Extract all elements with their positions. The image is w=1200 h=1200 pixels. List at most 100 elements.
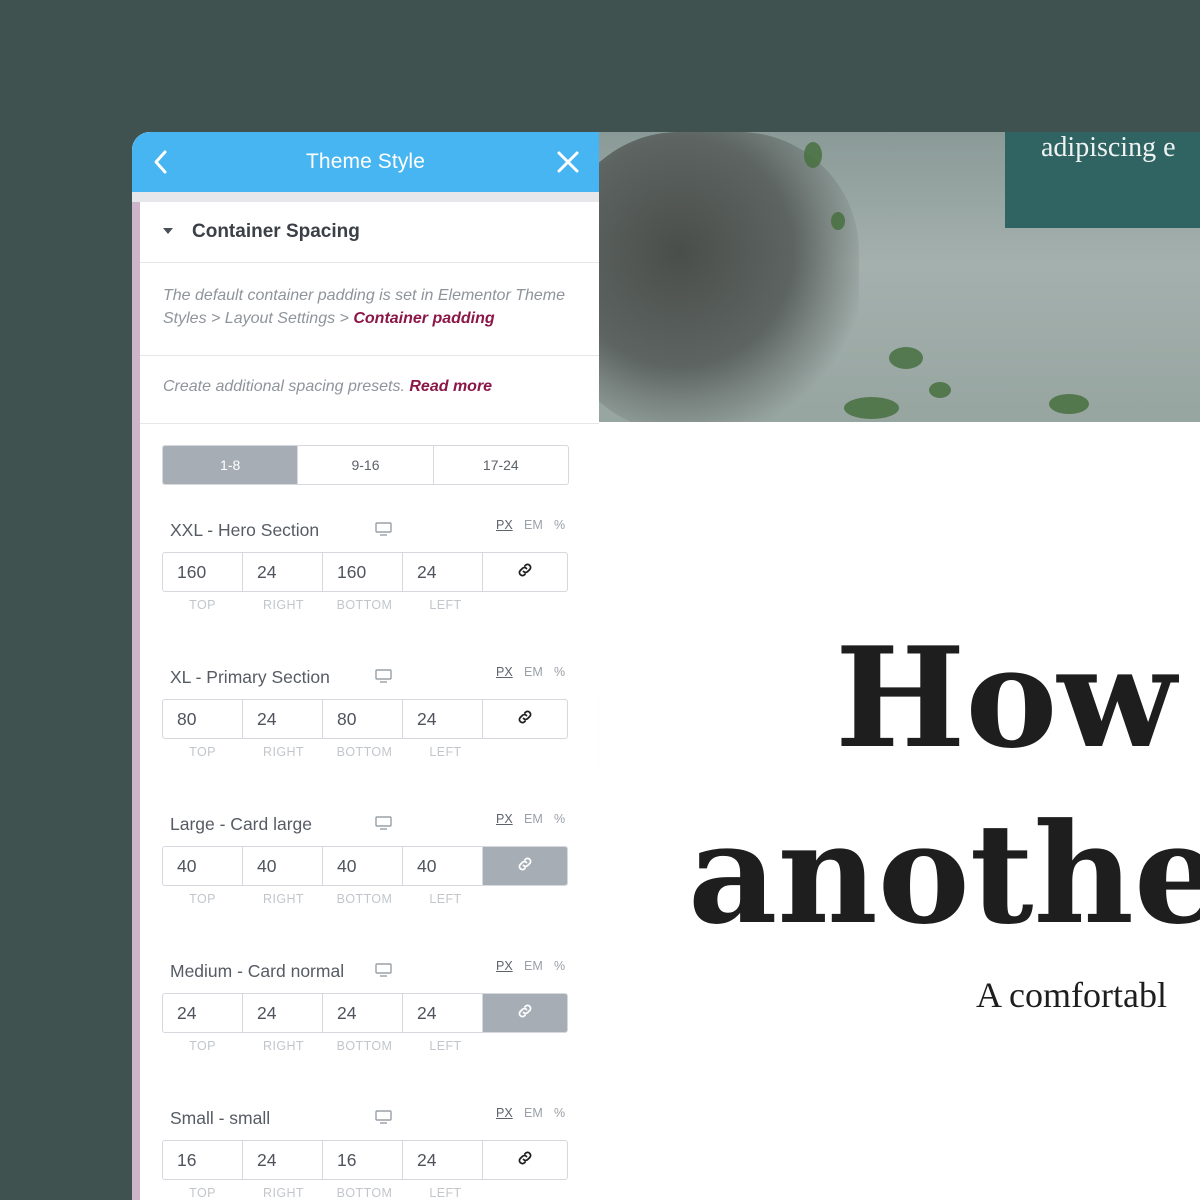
divider bbox=[140, 423, 599, 424]
bottom-label: BOTTOM bbox=[336, 745, 393, 759]
unit-percent[interactable]: % bbox=[554, 665, 565, 679]
unit-percent[interactable]: % bbox=[554, 812, 565, 826]
dimension-inputs: 80 24 80 24 bbox=[162, 699, 568, 739]
unit-percent[interactable]: % bbox=[554, 518, 565, 532]
link-icon bbox=[516, 855, 534, 878]
top-label: TOP bbox=[189, 892, 216, 906]
left-input[interactable]: 24 bbox=[403, 553, 483, 591]
dimension-inputs: 40 40 40 40 bbox=[162, 846, 568, 886]
bottom-input[interactable]: 40 bbox=[323, 847, 403, 885]
desktop-icon[interactable] bbox=[375, 1110, 392, 1124]
top-label: TOP bbox=[189, 1039, 216, 1053]
bottom-input[interactable]: 80 bbox=[323, 700, 403, 738]
top-input[interactable]: 16 bbox=[163, 1141, 243, 1179]
link-values-button[interactable] bbox=[483, 700, 567, 738]
unit-em[interactable]: EM bbox=[524, 959, 543, 973]
plant-leaf bbox=[831, 212, 845, 230]
desktop-icon[interactable] bbox=[375, 963, 392, 977]
left-input[interactable]: 24 bbox=[403, 700, 483, 738]
spacing-preset-row: Large - Card large PX EM% 40 40 40 40 TOP RIGHT B… bbox=[162, 812, 568, 934]
note-text: Create additional spacing presets. bbox=[163, 378, 410, 395]
side-labels: TOP RIGHT BOTTOM LEFT bbox=[162, 745, 566, 759]
right-input[interactable]: 24 bbox=[243, 700, 323, 738]
container-padding-note: The default container padding is set in … bbox=[163, 284, 583, 330]
preset-name: XXL - Hero Section bbox=[170, 520, 320, 540]
spacing-preset-row: XL - Primary Section PX EM% 80 24 80 24 TOP RIGH… bbox=[162, 665, 568, 787]
top-label: TOP bbox=[189, 1186, 216, 1200]
unit-em[interactable]: EM bbox=[524, 518, 543, 532]
left-input[interactable]: 40 bbox=[403, 847, 483, 885]
unit-px[interactable]: PX bbox=[496, 1106, 513, 1120]
desktop-icon[interactable] bbox=[375, 522, 392, 536]
spacing-preset-row: Medium - Card normal PX EM% 24 24 24 24 TOP RIGH… bbox=[162, 959, 568, 1081]
unit-px[interactable]: PX bbox=[496, 959, 513, 973]
panel-title: Theme Style bbox=[306, 150, 425, 173]
preset-name: XL - Primary Section bbox=[170, 667, 330, 687]
unit-em[interactable]: EM bbox=[524, 665, 543, 679]
plant-leaf bbox=[804, 142, 822, 168]
unit-px[interactable]: PX bbox=[496, 665, 513, 679]
tab-17-24[interactable]: 17-24 bbox=[434, 446, 568, 484]
top-input[interactable]: 80 bbox=[163, 700, 243, 738]
left-label: LEFT bbox=[429, 598, 462, 612]
left-input[interactable]: 24 bbox=[403, 994, 483, 1032]
side-labels: TOP RIGHT BOTTOM LEFT bbox=[162, 598, 566, 612]
right-label: RIGHT bbox=[263, 1186, 304, 1200]
teal-text-box: adipiscing e bbox=[1005, 132, 1200, 228]
top-input[interactable]: 24 bbox=[163, 994, 243, 1032]
preset-name: Medium - Card normal bbox=[170, 961, 345, 981]
dimension-inputs: 160 24 160 24 bbox=[162, 552, 568, 592]
tab-1-8[interactable]: 1-8 bbox=[163, 446, 299, 484]
dimension-inputs: 16 24 16 24 bbox=[162, 1140, 568, 1180]
link-values-button[interactable] bbox=[483, 847, 567, 885]
divider bbox=[140, 355, 599, 356]
preset-range-tabs: 1-8 9-16 17-24 bbox=[162, 445, 569, 485]
top-input[interactable]: 160 bbox=[163, 553, 243, 591]
bottom-label: BOTTOM bbox=[336, 1039, 393, 1053]
read-more-link[interactable]: Read more bbox=[409, 378, 492, 395]
top-input[interactable]: 40 bbox=[163, 847, 243, 885]
unit-percent[interactable]: % bbox=[554, 959, 565, 973]
desktop-icon[interactable] bbox=[375, 669, 392, 683]
subheadline: A comfortabl bbox=[976, 975, 1167, 1015]
unit-em[interactable]: EM bbox=[524, 1106, 543, 1120]
container-padding-link[interactable]: Container padding bbox=[353, 310, 494, 327]
left-label: LEFT bbox=[429, 745, 462, 759]
unit-percent[interactable]: % bbox=[554, 1106, 565, 1120]
bottom-label: BOTTOM bbox=[336, 892, 393, 906]
right-label: RIGHT bbox=[263, 892, 304, 906]
blurred-person-shape bbox=[599, 132, 859, 422]
panel-content: Container Spacing The default container … bbox=[140, 202, 599, 1200]
link-icon bbox=[516, 708, 534, 731]
link-icon bbox=[516, 1002, 534, 1025]
unit-px[interactable]: PX bbox=[496, 518, 513, 532]
section-toggle-container-spacing[interactable]: Container Spacing bbox=[140, 202, 599, 263]
side-labels: TOP RIGHT BOTTOM LEFT bbox=[162, 1186, 566, 1200]
link-values-button[interactable] bbox=[483, 994, 567, 1032]
right-input[interactable]: 24 bbox=[243, 994, 323, 1032]
right-input[interactable]: 24 bbox=[243, 1141, 323, 1179]
unit-em[interactable]: EM bbox=[524, 812, 543, 826]
left-label: LEFT bbox=[429, 892, 462, 906]
link-values-button[interactable] bbox=[483, 553, 567, 591]
right-label: RIGHT bbox=[263, 745, 304, 759]
left-label: LEFT bbox=[429, 1186, 462, 1200]
right-input[interactable]: 40 bbox=[243, 847, 323, 885]
right-input[interactable]: 24 bbox=[243, 553, 323, 591]
link-icon bbox=[516, 1149, 534, 1172]
close-icon[interactable] bbox=[555, 149, 581, 175]
bottom-input[interactable]: 160 bbox=[323, 553, 403, 591]
desktop-icon[interactable] bbox=[375, 816, 392, 830]
top-label: TOP bbox=[189, 598, 216, 612]
link-values-button[interactable] bbox=[483, 1141, 567, 1179]
spacing-preset-row: XXL - Hero Section PX EM% 160 24 160 24 TOP RIGH… bbox=[162, 518, 568, 640]
link-icon bbox=[516, 561, 534, 584]
panel-left-accent bbox=[132, 202, 140, 1200]
bottom-input[interactable]: 24 bbox=[323, 994, 403, 1032]
unit-px[interactable]: PX bbox=[496, 812, 513, 826]
headline-line-2: anothen bbox=[688, 792, 1200, 955]
bottom-input[interactable]: 16 bbox=[323, 1141, 403, 1179]
tab-9-16[interactable]: 9-16 bbox=[298, 446, 434, 484]
preset-name: Large - Card large bbox=[170, 814, 313, 834]
left-input[interactable]: 24 bbox=[403, 1141, 483, 1179]
